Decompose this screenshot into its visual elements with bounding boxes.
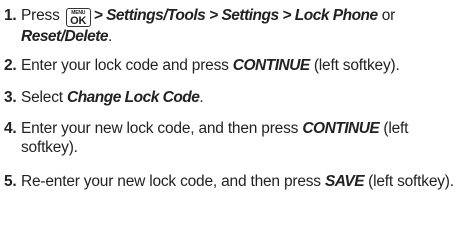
step-text: Select Change Lock Code. <box>21 88 459 107</box>
step-instruction: Re-enter your new lock code, and then pr… <box>21 173 321 190</box>
menu-path: > Settings/Tools > Settings > Lock Phone <box>93 7 378 24</box>
step-instruction: Select <box>21 89 63 106</box>
step-3: 3. Select Change Lock Code. <box>4 88 459 107</box>
step-number: 1. <box>4 7 17 24</box>
step-text: Enter your lock code and press CONTINUE … <box>21 56 459 75</box>
or-text: or <box>381 7 396 24</box>
key-main-label: OK <box>70 15 87 27</box>
step-tail: (left softkey). <box>313 57 400 74</box>
step-2: 2. Enter your lock code and press CONTIN… <box>4 56 459 75</box>
step-instruction: Enter your lock code and press <box>21 57 229 74</box>
softkey-name: CONTINUE <box>232 57 310 74</box>
instruction-page: 1. Press MENU OK > Settings/Tools > Settin… <box>0 0 463 242</box>
step-instruction: Enter your new lock code, and then press <box>21 120 299 137</box>
step-5: 5. Re-enter your new lock code, and then… <box>4 172 459 191</box>
step-number: 2. <box>4 57 17 74</box>
step-number: 3. <box>4 89 17 106</box>
step-tail: (left softkey). <box>368 173 454 190</box>
menu-ok-key-icon: MENU OK <box>65 8 91 27</box>
step-verb: Press <box>21 7 60 24</box>
step-text: Enter your new lock code, and then press… <box>21 119 459 157</box>
step-1: 1. Press MENU OK > Settings/Tools > Settin… <box>4 6 459 46</box>
step-text: Press MENU OK > Settings/Tools > Settings … <box>21 6 459 46</box>
softkey-name: SAVE <box>324 173 365 190</box>
step-number: 4. <box>4 120 17 137</box>
step-4: 4. Enter your new lock code, and then pr… <box>4 119 459 157</box>
step-text: Re-enter your new lock code, and then pr… <box>21 172 459 191</box>
step-tail: . <box>199 89 204 106</box>
menu-option: Change Lock Code <box>67 89 200 106</box>
alt-menu-item: Reset/Delete <box>21 28 109 45</box>
softkey-name: CONTINUE <box>302 120 380 137</box>
sentence-end: . <box>108 28 113 45</box>
step-number: 5. <box>4 173 17 190</box>
